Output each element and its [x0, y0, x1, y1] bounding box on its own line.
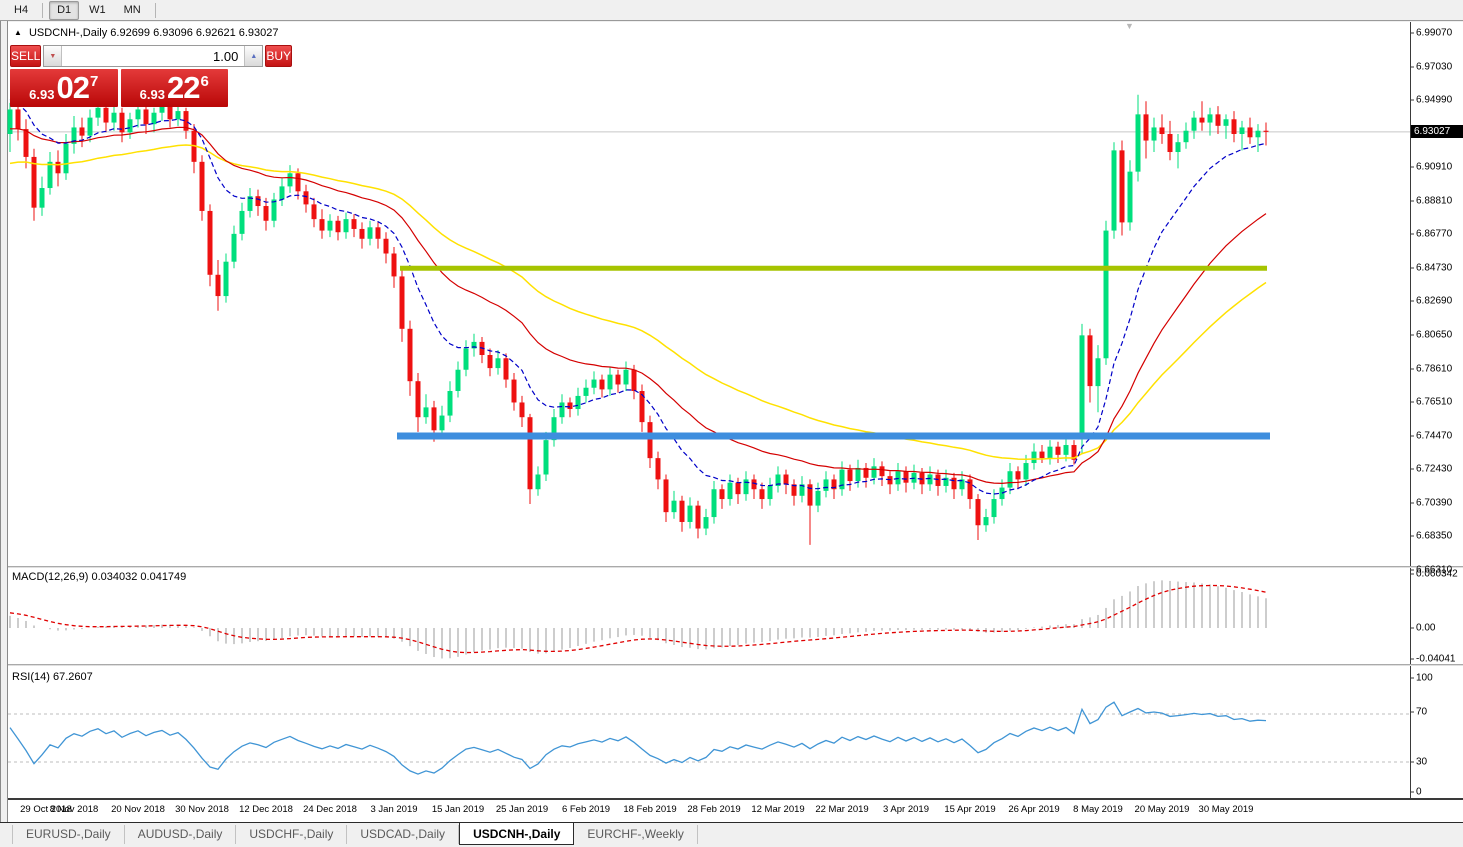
panel-divider[interactable] [8, 566, 1463, 568]
price-axis-label: 6.74470 [1416, 430, 1453, 442]
window-left-border [0, 21, 8, 823]
date-axis-label: 15 Apr 2019 [944, 804, 996, 815]
date-axis-label: 18 Feb 2019 [623, 804, 677, 815]
price-axis-label: 6.80650 [1416, 329, 1453, 341]
toolbar-separator [154, 2, 156, 18]
trading-terminal: { "toolbar": {"buttons": ["H4","D1","W1"… [0, 0, 1463, 847]
tab-usdcnh-daily[interactable]: USDCNH-,Daily [459, 822, 575, 845]
date-axis-label: 30 May 2019 [1198, 804, 1254, 815]
toolbar-separator [42, 2, 44, 18]
buy-button[interactable]: BUY [265, 45, 293, 67]
tab-eurchf-weekly[interactable]: EURCHF-,Weekly [574, 825, 698, 844]
tab-audusd-daily[interactable]: AUDUSD-,Daily [125, 825, 237, 844]
timeframe-button-w1[interactable]: W1 [81, 1, 114, 20]
date-axis-label: 6 Feb 2019 [561, 804, 611, 815]
buy-price-pips: 22 [166, 70, 200, 105]
symbol-period-label: USDCNH-,Daily [28, 27, 108, 39]
chart-title: ▲ USDCNH-,Daily 6.92699 6.93096 6.92621 … [14, 27, 279, 39]
date-axis-label: 8 May 2019 [1073, 804, 1123, 815]
macd-indicator-label: MACD(12,26,9) 0.034032 0.041749 [12, 571, 187, 583]
date-axis-label: 3 Apr 2019 [883, 804, 929, 815]
price-axis-label: 6.72430 [1416, 463, 1453, 475]
macd-axis-label: 0.00 [1416, 622, 1436, 634]
date-axis-label: 12 Mar 2019 [751, 804, 805, 815]
one-click-trade-panel: SELL ▼ ▲ BUY 6.93 02 7 6.93 22 6 [10, 45, 293, 107]
price-axis-label: 6.97030 [1416, 61, 1453, 73]
date-axis-label: 20 Nov 2018 [111, 804, 165, 815]
timeframe-toolbar: H4 D1 W1 MN [0, 0, 1463, 21]
sell-price-display[interactable]: 6.93 02 7 [10, 69, 118, 107]
buy-price-display[interactable]: 6.93 22 6 [120, 69, 228, 107]
price-axis-label: 6.90910 [1416, 161, 1453, 173]
price-axis-label: 6.78610 [1416, 363, 1453, 375]
panel-divider[interactable] [8, 664, 1463, 666]
scroll-marker-icon[interactable]: ▼ [1125, 21, 1134, 31]
price-axis-label: 6.86770 [1416, 228, 1453, 240]
sell-button[interactable]: SELL [10, 45, 42, 67]
rsi-axis-label: 0 [1416, 786, 1422, 798]
volume-spinner: ▼ ▲ [43, 45, 264, 67]
buy-price-point: 6 [200, 72, 209, 90]
price-axis-label: 6.68350 [1416, 530, 1453, 542]
date-axis-label: 3 Jan 2019 [370, 804, 418, 815]
collapse-triangle-icon[interactable]: ▲ [14, 28, 22, 37]
timeframe-button-mn[interactable]: MN [116, 1, 149, 20]
date-axis-label: 12 Dec 2018 [239, 804, 293, 815]
rsi-axis-label: 100 [1416, 672, 1433, 684]
sell-price-prefix: 6.93 [29, 86, 55, 102]
date-axis-label: 25 Jan 2019 [495, 804, 549, 815]
volume-input[interactable] [62, 46, 245, 66]
rsi-indicator-label: RSI(14) 67.2607 [12, 671, 93, 683]
date-axis-label: 30 Nov 2018 [175, 804, 229, 815]
current-price-tag: 6.93027 [1411, 125, 1463, 138]
price-axis-label: 6.94990 [1416, 94, 1453, 106]
price-axis-label: 6.82690 [1416, 295, 1453, 307]
timeframe-button-h4[interactable]: H4 [6, 1, 36, 20]
date-axis-label: 24 Dec 2018 [303, 804, 357, 815]
ohlc-values: 6.92699 6.93096 6.92621 6.93027 [110, 27, 279, 39]
price-axis-label: 6.99070 [1416, 27, 1453, 39]
tab-eurusd-daily[interactable]: EURUSD-,Daily [12, 825, 125, 844]
macd-axis-label: -0.04041 [1416, 653, 1456, 665]
price-axis-label: 6.76510 [1416, 396, 1453, 408]
date-axis-label: 8 Nov 2018 [49, 804, 99, 815]
sell-price-pips: 02 [56, 70, 89, 105]
macd-panel-area [8, 568, 1410, 664]
volume-increase-button[interactable]: ▲ [244, 46, 263, 66]
chart-bottom-frame [8, 798, 1463, 800]
date-axis-label: 22 Mar 2019 [815, 804, 869, 815]
price-axis-label: 6.88810 [1416, 195, 1453, 207]
timeframe-button-d1[interactable]: D1 [49, 0, 80, 20]
date-axis-label: 26 Apr 2019 [1008, 804, 1060, 815]
date-axis-label: 28 Feb 2019 [687, 804, 741, 815]
tab-usdcad-daily[interactable]: USDCAD-,Daily [347, 825, 460, 844]
chart-tab-bar: EURUSD-,Daily AUDUSD-,Daily USDCHF-,Daily U… [0, 822, 1463, 847]
rsi-axis-label: 30 [1416, 756, 1428, 768]
price-axis-label: 6.84730 [1416, 262, 1453, 274]
date-axis-label: 20 May 2019 [1134, 804, 1190, 815]
buy-price-prefix: 6.93 [139, 86, 165, 102]
tab-usdchf-daily[interactable]: USDCHF-,Daily [236, 825, 348, 844]
volume-decrease-button[interactable]: ▼ [44, 46, 63, 66]
macd-axis-label: 0.060342 [1416, 568, 1458, 580]
rsi-panel-area [8, 666, 1410, 798]
sell-price-point: 7 [89, 72, 99, 90]
rsi-axis-label: 70 [1416, 706, 1428, 718]
price-axis-label: 6.70390 [1416, 497, 1453, 509]
date-axis-label: 15 Jan 2019 [431, 804, 485, 815]
